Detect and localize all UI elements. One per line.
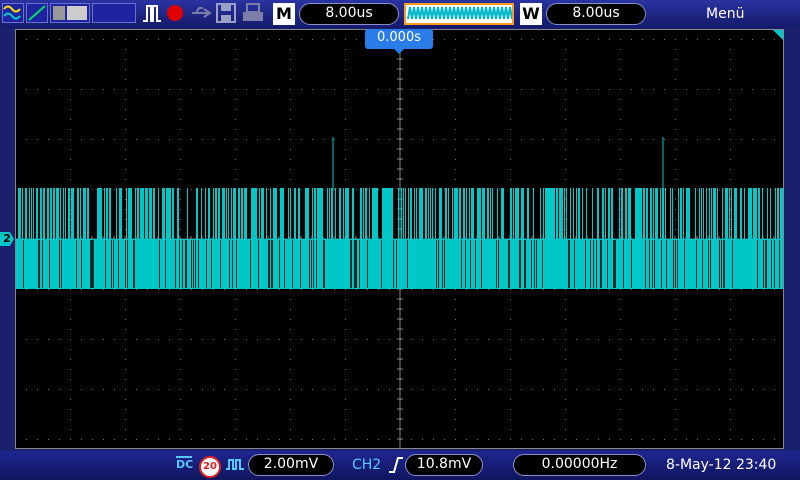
trigger-offset-marker[interactable]: 0.000s: [365, 29, 433, 49]
window-timebase-value[interactable]: 8.00us: [546, 3, 646, 25]
ref-wave-icon[interactable]: [26, 3, 48, 23]
save-icon[interactable]: [216, 3, 236, 23]
date-time: 8-May-12 23:40: [666, 457, 777, 473]
usb-icon[interactable]: [190, 3, 212, 23]
memory-wave-icon[interactable]: [404, 3, 514, 25]
top-toolbar: M 8.00us W 8.00us Menü: [0, 0, 800, 28]
waveform-canvas: [16, 30, 783, 448]
record-icon[interactable]: [166, 3, 184, 23]
frequency-counter: 0.00000Hz: [513, 454, 646, 476]
trigger-offset-pointer: [393, 48, 405, 54]
trigger-offset-value: 0.000s: [377, 30, 421, 45]
window-timebase-label: W: [520, 3, 542, 25]
status-bar: DC 20 2.00mV CH2 10.8mV 0.00000Hz 8-May-…: [0, 451, 800, 480]
channel-pattern-icon[interactable]: [50, 3, 90, 23]
math-wave-icon[interactable]: [2, 3, 24, 23]
coupling-dc-icon[interactable]: DC: [176, 456, 193, 470]
print-icon[interactable]: [242, 3, 264, 23]
waveform-display[interactable]: [15, 29, 784, 449]
blank-slot: [92, 3, 136, 23]
rising-edge-icon: [388, 456, 404, 478]
volts-per-div[interactable]: 2.00mV: [248, 454, 334, 476]
main-timebase-label: M: [273, 3, 295, 25]
main-timebase-value[interactable]: 8.00us: [299, 3, 399, 25]
pulse-trigger-icon[interactable]: [142, 3, 162, 23]
menu-button[interactable]: Menü: [706, 6, 744, 22]
invert-wave-icon[interactable]: [225, 457, 245, 477]
trigger-level[interactable]: 10.8mV: [405, 454, 483, 476]
bandwidth-limit-badge[interactable]: 20: [199, 456, 221, 478]
trigger-source[interactable]: CH2: [352, 457, 381, 473]
channel-2-marker[interactable]: 2: [0, 232, 14, 246]
corner-marker: [773, 30, 783, 40]
